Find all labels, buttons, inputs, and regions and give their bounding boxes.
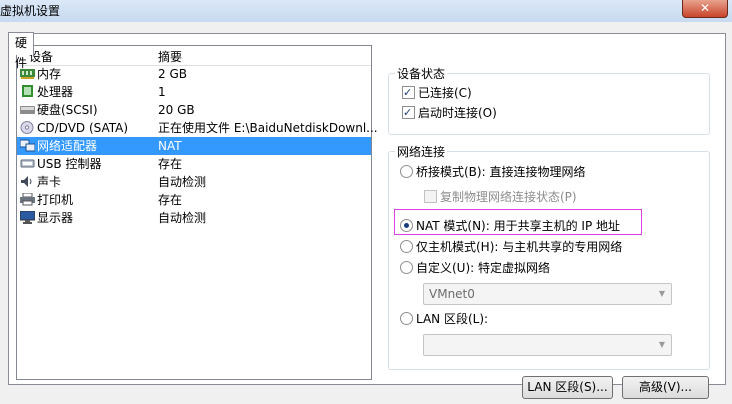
hard-disk-icon: [20, 106, 35, 114]
device-summary: 1: [158, 85, 166, 99]
chevron-down-icon: ▼: [658, 289, 665, 298]
lan-segment-label: LAN 区段(L):: [416, 312, 489, 326]
device-list[interactable]: 设备 摘要 内存 2 GB 处理器 1 硬盘(SCSI) 20 GB CD/DV…: [16, 45, 378, 380]
checkbox-unchecked-icon: [424, 190, 437, 203]
radio-off-icon: [400, 261, 413, 274]
device-name: 内存: [37, 67, 62, 81]
replicate-state-label: 复制物理网络连接状态(P): [440, 190, 577, 204]
device-row-sound-card[interactable]: 声卡 自动检测: [17, 173, 371, 191]
network-connection-legend: 网络连接: [397, 145, 446, 159]
device-row-network-adapter[interactable]: 网络适配器 NAT: [17, 137, 371, 155]
host-only-radio[interactable]: 仅主机模式(H): 与主机共享的专用网络: [400, 238, 622, 256]
device-name: 硬盘(SCSI): [37, 103, 98, 117]
device-summary: 正在使用文件 E:\BaiduNetdiskDownl...: [158, 121, 378, 135]
printer-icon: [20, 193, 35, 206]
device-row-hard-disk[interactable]: 硬盘(SCSI) 20 GB: [17, 101, 371, 119]
connected-label: 已连接(C): [418, 86, 472, 100]
device-list-header: 设备 摘要: [17, 46, 371, 66]
device-row-display[interactable]: 显示器 自动检测: [17, 209, 371, 227]
usb-icon: [20, 159, 35, 168]
sound-card-icon: [21, 176, 32, 187]
device-row-memory[interactable]: 内存 2 GB: [17, 65, 371, 83]
replicate-state-checkbox[interactable]: 复制物理网络连接状态(P): [424, 188, 577, 206]
device-summary: 存在: [158, 193, 183, 207]
nat-mode-label: NAT 模式(N): 用于共享主机的 IP 地址: [416, 219, 621, 233]
radio-off-icon: [400, 240, 413, 253]
connect-on-start-label: 启动时连接(O): [418, 106, 497, 120]
custom-network-label: 自定义(U): 特定虚拟网络: [416, 261, 551, 275]
connect-on-start-checkbox[interactable]: 启动时连接(O): [402, 104, 497, 122]
host-only-label: 仅主机模式(H): 与主机共享的专用网络: [416, 240, 623, 254]
column-summary[interactable]: 摘要: [158, 48, 182, 65]
device-name: 声卡: [37, 175, 62, 189]
device-name: 打印机: [37, 193, 74, 207]
device-summary: 自动检测: [158, 211, 207, 225]
device-name: 处理器: [37, 85, 74, 99]
lan-segment-radio[interactable]: LAN 区段(L):: [400, 310, 488, 328]
device-summary: 自动检测: [158, 175, 207, 189]
device-summary: 20 GB: [158, 103, 195, 117]
device-row-processor[interactable]: 处理器 1: [17, 83, 371, 101]
device-name: 网络适配器: [37, 139, 98, 153]
radio-off-icon: [400, 312, 413, 325]
nat-mode-radio[interactable]: NAT 模式(N): 用于共享主机的 IP 地址: [400, 217, 620, 235]
device-row-cd-dvd[interactable]: CD/DVD (SATA) 正在使用文件 E:\BaiduNetdiskDown…: [17, 119, 378, 137]
checkbox-checked-icon: [402, 84, 415, 102]
device-row-printer[interactable]: 打印机 存在: [17, 191, 371, 209]
device-name: USB 控制器: [37, 157, 102, 171]
tab-hardware[interactable]: 硬件: [8, 32, 35, 70]
checkbox-checked-icon: [402, 104, 415, 122]
device-summary: 2 GB: [158, 67, 187, 81]
advanced-button[interactable]: 高级(V)...: [622, 376, 709, 399]
bridged-mode-radio[interactable]: 桥接模式(B): 直接连接物理网络: [400, 163, 585, 181]
custom-network-radio[interactable]: 自定义(U): 特定虚拟网络: [400, 259, 550, 277]
display-icon: [20, 211, 35, 224]
title-bar: 虚拟机设置 ✕: [0, 0, 732, 22]
network-adapter-icon: [20, 139, 35, 152]
device-summary: NAT: [158, 139, 182, 153]
radio-off-icon: [400, 165, 413, 178]
lan-segment-select[interactable]: ▼: [423, 334, 672, 356]
device-name: 显示器: [37, 211, 74, 225]
connected-checkbox[interactable]: 已连接(C): [402, 84, 472, 102]
cd-dvd-icon: [20, 121, 34, 134]
device-status-legend: 设备状态: [397, 67, 446, 81]
processor-icon: [22, 85, 33, 97]
custom-network-value: VMnet0: [429, 287, 475, 301]
chevron-down-icon: ▼: [658, 340, 665, 349]
window-title: 虚拟机设置: [0, 4, 61, 18]
device-name: CD/DVD (SATA): [37, 121, 129, 135]
close-button[interactable]: ✕: [682, 0, 728, 18]
bridged-mode-label: 桥接模式(B): 直接连接物理网络: [416, 165, 586, 179]
lan-segments-button[interactable]: LAN 区段(S)...: [522, 376, 613, 399]
device-summary: 存在: [158, 157, 183, 171]
device-row-usb-controller[interactable]: USB 控制器 存在: [17, 155, 371, 173]
custom-network-select[interactable]: VMnet0 ▼: [423, 283, 672, 305]
radio-on-icon: [400, 219, 413, 232]
